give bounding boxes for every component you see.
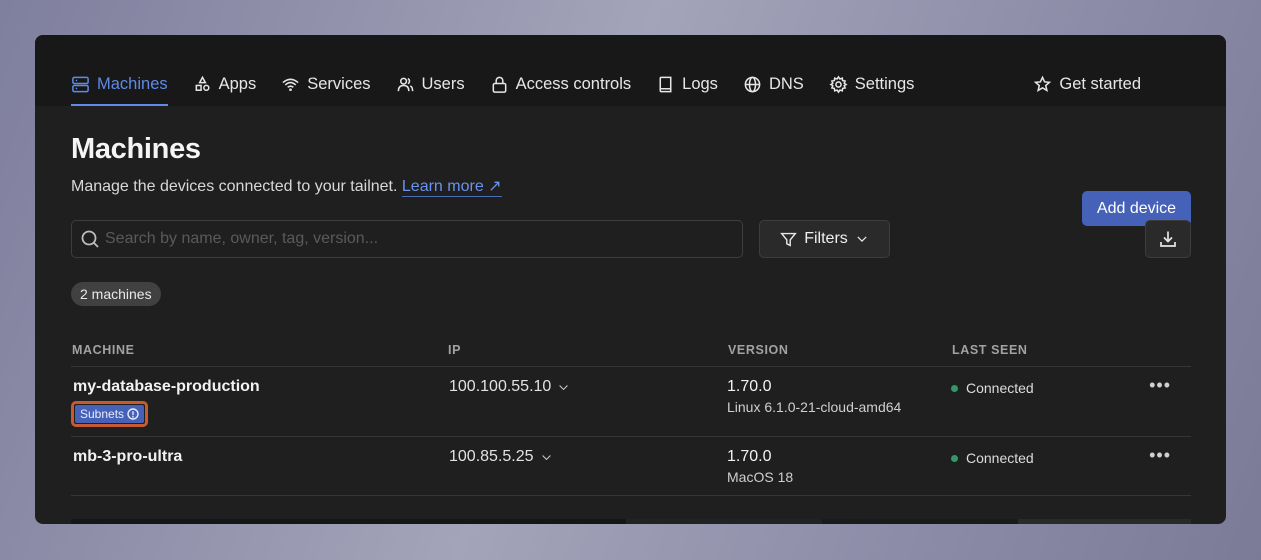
more-options-icon[interactable]: ••• bbox=[1149, 445, 1171, 465]
top-navigation: Machines Apps Services Users Access cont… bbox=[35, 35, 1226, 106]
page-title: Machines bbox=[71, 133, 201, 165]
apps-icon bbox=[195, 75, 210, 91]
machine-cell: my-database-production Subnets bbox=[71, 366, 447, 437]
partial-panel-segment bbox=[1018, 519, 1191, 524]
nav-tab-label: Machines bbox=[97, 74, 168, 93]
os-version: Linux 6.1.0-21-cloud-amd64 bbox=[727, 399, 902, 415]
last-seen-cell: Connected bbox=[951, 436, 1131, 496]
nav-tab-label: Apps bbox=[218, 74, 257, 93]
nav-tab-settings[interactable]: Settings bbox=[829, 70, 915, 106]
machines-table: MACHINE IP VERSION LAST SEEN my-database… bbox=[71, 343, 1191, 496]
main-content: Machines Manage the devices connected to… bbox=[35, 133, 1226, 496]
learn-more-link[interactable]: Learn more ↗ bbox=[401, 178, 502, 197]
status-label: Connected bbox=[966, 380, 1034, 396]
table-header-row: MACHINE IP VERSION LAST SEEN bbox=[71, 343, 1191, 367]
more-options-icon[interactable]: ••• bbox=[1149, 375, 1171, 395]
machine-name[interactable]: my-database-production bbox=[71, 378, 447, 396]
partial-panel-segment bbox=[71, 519, 626, 524]
version-number: 1.70.0 bbox=[727, 378, 772, 395]
bottom-partial-panel bbox=[71, 519, 1191, 524]
connected-dot-icon bbox=[951, 454, 958, 462]
table-row[interactable]: my-database-production Subnets 100.100.5… bbox=[71, 366, 1191, 437]
nav-tab-label: Access controls bbox=[515, 74, 632, 93]
nav-tab-access-controls[interactable]: Access controls bbox=[490, 70, 632, 106]
machine-count-badge: 2 machines bbox=[71, 282, 161, 306]
star-icon bbox=[1034, 75, 1052, 92]
actions-cell: ••• bbox=[1131, 436, 1191, 496]
page-subtitle: Manage the devices connected to your tai… bbox=[71, 176, 1191, 197]
search-icon bbox=[81, 230, 99, 248]
column-header-last-seen[interactable]: LAST SEEN bbox=[951, 343, 1131, 367]
column-header-version[interactable]: VERSION bbox=[727, 343, 951, 367]
table-row[interactable]: mb-3-pro-ultra 100.85.5.25 1.70.0 MacOS … bbox=[71, 436, 1191, 496]
column-header-ip[interactable]: IP bbox=[447, 343, 727, 367]
last-seen-cell: Connected bbox=[951, 366, 1131, 437]
version-cell: 1.70.0 MacOS 18 bbox=[727, 436, 951, 496]
column-header-actions bbox=[1131, 343, 1191, 367]
ip-cell: 100.100.55.10 bbox=[447, 366, 727, 437]
column-header-machine[interactable]: MACHINE bbox=[71, 343, 447, 367]
nav-tab-apps[interactable]: Apps bbox=[193, 70, 257, 106]
nav-tab-label: Services bbox=[307, 74, 371, 93]
connection-status: Connected bbox=[951, 380, 1131, 396]
version-cell: 1.70.0 Linux 6.1.0-21-cloud-amd64 bbox=[727, 366, 951, 437]
app-window: Machines Apps Services Users Access cont… bbox=[35, 35, 1226, 524]
machine-name[interactable]: mb-3-pro-ultra bbox=[71, 448, 447, 466]
subnets-tag-highlight: Subnets bbox=[71, 401, 149, 427]
partial-panel-segment bbox=[626, 519, 822, 524]
ip-dropdown[interactable]: 100.85.5.25 bbox=[447, 448, 727, 466]
chevron-down-icon bbox=[857, 236, 867, 242]
nav-tab-label: Settings bbox=[854, 74, 915, 93]
chevron-down-icon bbox=[559, 384, 569, 390]
connected-dot-icon bbox=[951, 384, 958, 392]
globe-icon bbox=[744, 76, 761, 92]
nav-tab-machines[interactable]: Machines bbox=[71, 70, 168, 106]
get-started-label: Get started bbox=[1059, 74, 1141, 93]
nav-tab-users[interactable]: Users bbox=[396, 70, 465, 106]
download-icon bbox=[1160, 231, 1176, 247]
nav-tab-label: DNS bbox=[768, 74, 804, 93]
subnets-tag[interactable]: Subnets bbox=[75, 405, 145, 423]
subtitle-text: Manage the devices connected to your tai… bbox=[71, 178, 398, 195]
filters-label: Filters bbox=[804, 230, 848, 247]
chevron-down-icon bbox=[541, 454, 551, 460]
nav-tab-dns[interactable]: DNS bbox=[743, 70, 804, 106]
toolbar: Filters bbox=[71, 220, 1191, 258]
book-icon bbox=[659, 76, 672, 92]
wifi-icon bbox=[282, 78, 299, 91]
status-label: Connected bbox=[966, 450, 1034, 466]
filters-button[interactable]: Filters bbox=[759, 220, 890, 258]
export-download-button[interactable] bbox=[1145, 220, 1191, 258]
search-input[interactable] bbox=[105, 230, 742, 248]
ip-address: 100.100.55.10 bbox=[449, 378, 552, 395]
version-number: 1.70.0 bbox=[727, 448, 772, 465]
filter-icon bbox=[780, 232, 798, 247]
ip-dropdown[interactable]: 100.100.55.10 bbox=[447, 378, 727, 396]
actions-cell: ••• bbox=[1131, 366, 1191, 437]
get-started-link[interactable]: Get started bbox=[1033, 70, 1141, 106]
lock-icon bbox=[492, 76, 507, 93]
nav-tab-label: Users bbox=[421, 74, 465, 93]
users-icon bbox=[397, 77, 413, 91]
nav-tab-services[interactable]: Services bbox=[281, 70, 371, 106]
connection-status: Connected bbox=[951, 450, 1131, 466]
search-box[interactable] bbox=[71, 220, 743, 258]
os-version: MacOS 18 bbox=[727, 469, 794, 485]
nav-tab-label: Logs bbox=[682, 74, 718, 93]
ip-address: 100.85.5.25 bbox=[449, 448, 534, 465]
nav-tab-logs[interactable]: Logs bbox=[656, 70, 718, 106]
subnets-tag-label: Subnets bbox=[80, 407, 125, 421]
machines-icon bbox=[72, 76, 89, 92]
info-icon bbox=[127, 408, 139, 420]
machine-cell: mb-3-pro-ultra bbox=[71, 436, 447, 496]
ip-cell: 100.85.5.25 bbox=[447, 436, 727, 496]
partial-panel-segment bbox=[822, 519, 1018, 524]
gear-icon bbox=[829, 75, 848, 93]
